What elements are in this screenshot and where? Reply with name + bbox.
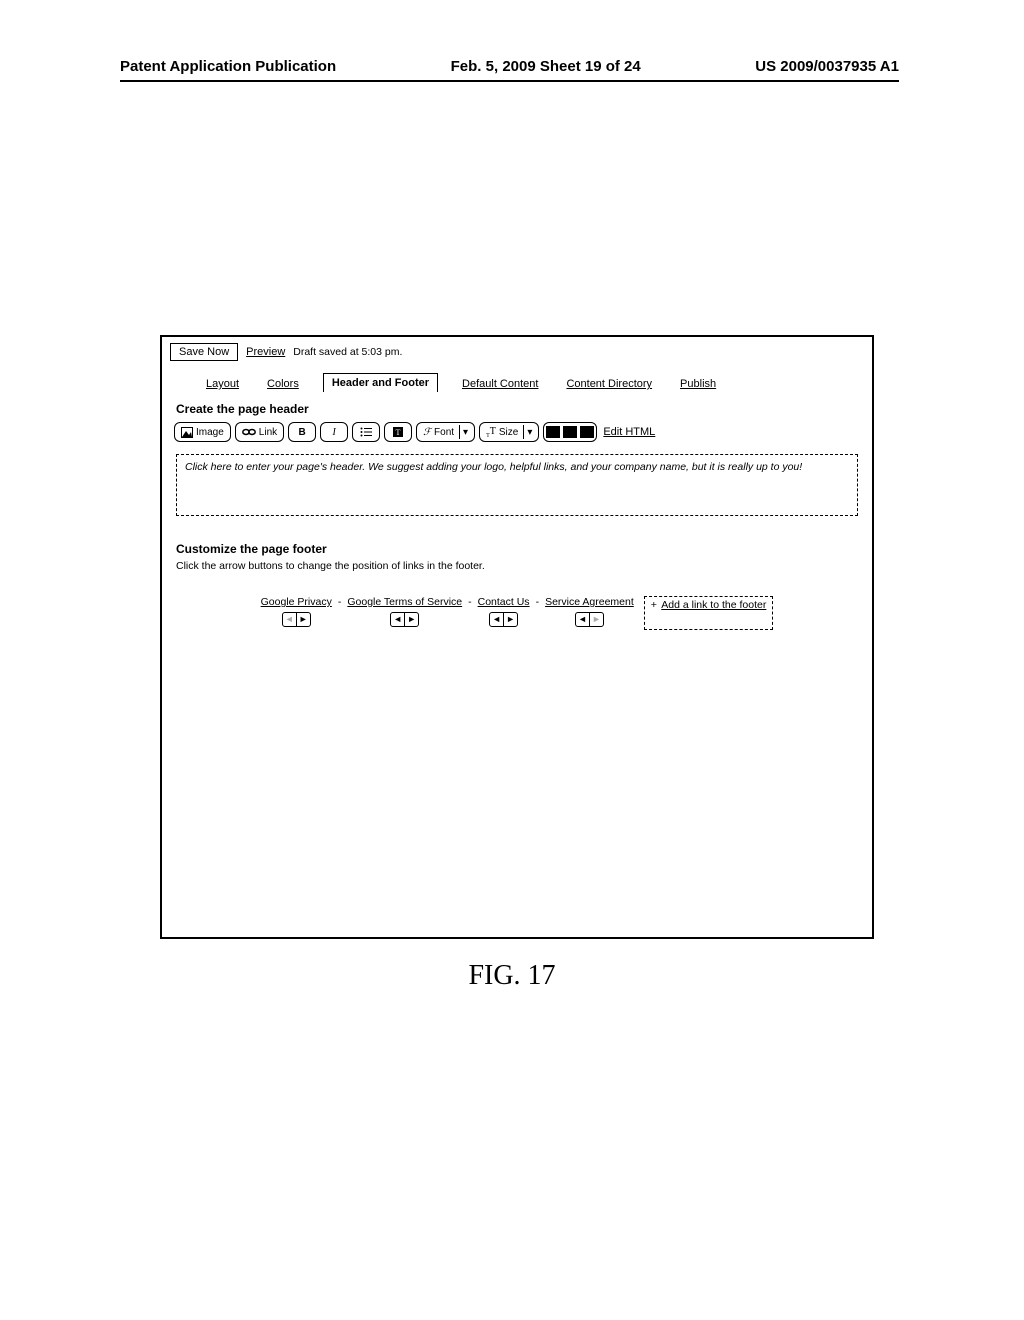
chevron-down-icon: ▾ [459, 425, 468, 439]
doc-header-left: Patent Application Publication [120, 58, 336, 75]
topbar: Save Now Preview Draft saved at 5:03 pm. [162, 337, 872, 365]
color-button[interactable]: T [384, 422, 412, 442]
footer-link-item: Contact Us ◄ ► [478, 596, 530, 627]
tab-publish[interactable]: Publish [676, 376, 720, 392]
reorder-buttons: ◄ ► [282, 612, 311, 627]
italic-label: I [332, 427, 335, 438]
link-icon [242, 428, 256, 436]
editor-window: Save Now Preview Draft saved at 5:03 pm.… [160, 335, 874, 939]
doc-header-center: Feb. 5, 2009 Sheet 19 of 24 [451, 58, 641, 75]
doc-header-rule [120, 80, 899, 82]
reorder-buttons: ◄ ► [390, 612, 419, 627]
create-header-title: Create the page header [162, 392, 872, 420]
footer-link-item: Google Privacy ◄ ► [261, 596, 332, 627]
add-footer-link-box[interactable]: + Add a link to the footer [644, 596, 774, 630]
link-button-label: Link [259, 427, 277, 438]
doc-header: Patent Application Publication Feb. 5, 2… [120, 58, 899, 75]
tab-header-and-footer[interactable]: Header and Footer [323, 373, 438, 392]
align-right-icon [580, 426, 594, 438]
bold-button[interactable]: B [288, 422, 316, 442]
move-left-button[interactable]: ◄ [490, 613, 504, 626]
move-left-button: ◄ [283, 613, 297, 626]
size-dropdown[interactable]: TT Size ▾ [479, 422, 539, 442]
move-left-button[interactable]: ◄ [576, 613, 590, 626]
align-left-icon [546, 426, 560, 438]
reorder-buttons: ◄ ► [575, 612, 604, 627]
header-placeholder-area[interactable]: Click here to enter your page's header. … [176, 454, 858, 516]
list-button[interactable] [352, 422, 380, 442]
bold-label: B [299, 427, 306, 438]
svg-text:T: T [396, 428, 401, 437]
size-label: Size [499, 427, 518, 438]
draft-status-text: Draft saved at 5:03 pm. [293, 346, 402, 358]
tab-layout[interactable]: Layout [202, 376, 243, 392]
tab-content-directory[interactable]: Content Directory [562, 376, 656, 392]
move-right-button[interactable]: ► [297, 613, 310, 626]
header-toolbar: Image Link B I T [162, 420, 872, 448]
customize-footer-subtitle: Click the arrow buttons to change the po… [162, 560, 872, 578]
font-label: Font [434, 427, 454, 438]
preview-link[interactable]: Preview [246, 346, 285, 358]
size-tt-icon: TT [486, 426, 496, 439]
tab-colors[interactable]: Colors [263, 376, 303, 392]
footer-link-contact[interactable]: Contact Us [478, 596, 530, 608]
move-right-button[interactable]: ► [405, 613, 418, 626]
footer-link-item: Service Agreement ◄ ► [545, 596, 634, 627]
tab-default-content[interactable]: Default Content [458, 376, 542, 392]
alignment-group[interactable] [543, 422, 597, 442]
font-f-icon: ℱ [423, 427, 431, 438]
figure-caption: FIG. 17 [0, 960, 1024, 992]
font-dropdown[interactable]: ℱ Font ▾ [416, 422, 475, 442]
move-right-button: ► [590, 613, 603, 626]
add-footer-link-label: Add a link to the footer [661, 599, 766, 611]
image-button-label: Image [196, 427, 224, 438]
tabs-row: Layout Colors Header and Footer Default … [162, 365, 872, 392]
save-now-button[interactable]: Save Now [170, 343, 238, 361]
footer-link-agreement[interactable]: Service Agreement [545, 596, 634, 608]
edit-html-link[interactable]: Edit HTML [603, 426, 655, 438]
doc-header-right: US 2009/0037935 A1 [755, 58, 899, 75]
footer-link-privacy[interactable]: Google Privacy [261, 596, 332, 608]
image-icon [181, 427, 193, 438]
list-icon [360, 427, 372, 437]
footer-link-item: Google Terms of Service ◄ ► [347, 596, 462, 627]
image-button[interactable]: Image [174, 422, 231, 442]
footer-links-area: Google Privacy ◄ ► - Google Terms of Ser… [176, 596, 858, 630]
reorder-buttons: ◄ ► [489, 612, 518, 627]
color-icon: T [392, 426, 404, 438]
move-left-button[interactable]: ◄ [391, 613, 405, 626]
chevron-down-icon: ▾ [523, 425, 532, 439]
move-right-button[interactable]: ► [504, 613, 517, 626]
header-placeholder-text: Click here to enter your page's header. … [185, 461, 802, 473]
plus-icon: + [651, 599, 659, 611]
customize-footer-title: Customize the page footer [162, 516, 872, 560]
link-button[interactable]: Link [235, 422, 284, 442]
align-center-icon [563, 426, 577, 438]
italic-button[interactable]: I [320, 422, 348, 442]
footer-link-terms[interactable]: Google Terms of Service [347, 596, 462, 608]
